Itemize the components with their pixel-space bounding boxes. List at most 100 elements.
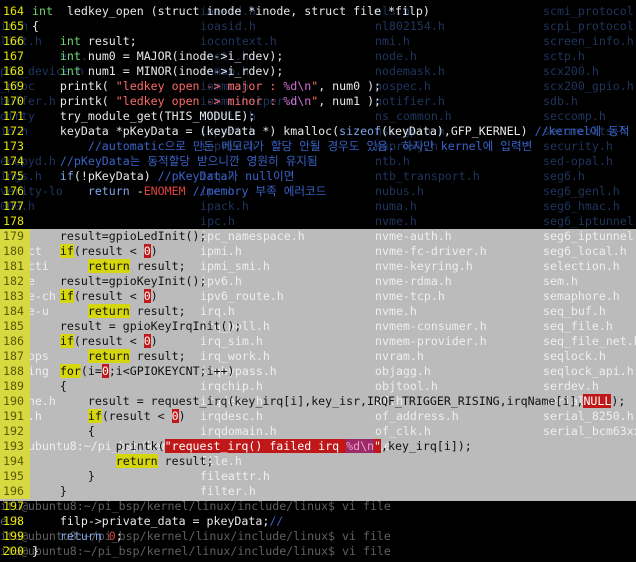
code-token: (keyData),GFP_KERNEL) bbox=[381, 124, 535, 138]
line-number: 180 bbox=[0, 244, 30, 259]
code-line[interactable]: 182 result=gpioKeyInit(); bbox=[0, 274, 636, 289]
code-text: //automatic으로 만든 메모리가 할당 안될 경우도 있음. 하지만 … bbox=[32, 139, 532, 154]
code-text: if(result < 0) bbox=[32, 334, 158, 349]
code-token: for bbox=[59, 364, 81, 378]
code-line[interactable]: 189 { bbox=[0, 379, 636, 394]
code-token: 0 bbox=[108, 529, 116, 543]
code-line[interactable]: 180 if(result < 0) bbox=[0, 244, 636, 259]
code-token: ) bbox=[150, 244, 158, 258]
line-number: 196 bbox=[0, 484, 30, 499]
code-token: ; bbox=[115, 529, 123, 543]
code-text: } bbox=[32, 469, 95, 484]
code-line[interactable]: 167 int num0 = MAJOR(inode->i_rdev); bbox=[0, 49, 636, 64]
code-token: return bbox=[87, 259, 130, 273]
line-number: 169 bbox=[3, 79, 24, 93]
line-number: 194 bbox=[0, 454, 30, 469]
code-line[interactable]: 181 return result; bbox=[0, 259, 636, 274]
code-token: %d\n bbox=[283, 94, 312, 108]
line-number: 199 bbox=[3, 529, 24, 543]
code-line[interactable]: 191 if(result < 0) bbox=[0, 409, 636, 424]
code-line[interactable]: 170 printk( "ledkey open -> minor : %d\n… bbox=[0, 94, 636, 109]
line-number: 170 bbox=[3, 94, 24, 108]
line-number: 173 bbox=[3, 139, 24, 153]
code-line[interactable]: 177 bbox=[0, 199, 636, 214]
code-line[interactable]: 166 int result; bbox=[0, 34, 636, 49]
line-number: 185 bbox=[0, 319, 30, 334]
code-line[interactable]: 172 keyData *pKeyData = (keyData *) kmal… bbox=[0, 124, 636, 139]
code-token: result; bbox=[129, 349, 186, 363]
code-token: 0 bbox=[101, 364, 109, 378]
line-number: 177 bbox=[3, 199, 24, 213]
code-line[interactable]: 176 return -ENOMEM //memory 부족 에러코드 bbox=[0, 184, 636, 199]
code-line[interactable]: 171 try_module_get(THIS_MODULE); bbox=[0, 109, 636, 124]
line-number: 190 bbox=[0, 394, 30, 409]
code-token: result=gpioLedInit(); bbox=[32, 229, 207, 243]
code-line[interactable]: 199 return 0; bbox=[0, 529, 636, 544]
code-token: ;i<GPIOKEYCNT;i++) bbox=[108, 364, 235, 378]
code-line[interactable]: 173 //automatic으로 만든 메모리가 할당 안될 경우도 있음. … bbox=[0, 139, 636, 154]
code-line[interactable]: 175 if(!pKeyData) //pKeyData가 null이면 bbox=[0, 169, 636, 184]
code-token: 0 bbox=[143, 244, 151, 258]
line-number: 181 bbox=[0, 259, 30, 274]
code-token: if bbox=[59, 169, 74, 183]
code-token: result; bbox=[129, 259, 186, 273]
code-token: %d\n bbox=[283, 79, 312, 93]
vim-editor-buffer[interactable]: 164 int ledkey_open (struct inode *inode,… bbox=[0, 4, 636, 559]
code-line[interactable]: 196 } bbox=[0, 484, 636, 499]
code-text: try_module_get(THIS_MODULE); bbox=[32, 109, 255, 124]
code-token: (i= bbox=[80, 364, 102, 378]
code-line[interactable]: 200} bbox=[0, 544, 636, 559]
code-line[interactable]: 188 for(i=0;i<GPIOKEYCNT;i++) bbox=[0, 364, 636, 379]
code-line[interactable]: 193 printk("request_irq() failed irq %d\… bbox=[0, 439, 636, 454]
code-text: result=gpioKeyInit(); bbox=[32, 274, 207, 289]
code-line[interactable]: 186 if(result < 0) bbox=[0, 334, 636, 349]
code-line[interactable]: 168 int num1 = MINOR(inode->i_rdev); bbox=[0, 64, 636, 79]
code-token: printk( bbox=[32, 439, 165, 453]
line-number: 174 bbox=[3, 154, 24, 168]
code-line[interactable]: 183 if(result < 0) bbox=[0, 289, 636, 304]
code-token: } bbox=[32, 544, 39, 558]
code-text: return result; bbox=[32, 304, 186, 319]
code-token: printk( bbox=[32, 79, 116, 93]
code-text: } bbox=[32, 484, 67, 499]
code-line[interactable]: 178 bbox=[0, 214, 636, 229]
code-line[interactable]: 185 result = gpioKeyIrqInit(); bbox=[0, 319, 636, 334]
code-text: result = gpioKeyIrqInit(); bbox=[32, 319, 242, 334]
code-token: filp->private_data = pkeyData; bbox=[32, 514, 270, 528]
line-number: 172 bbox=[3, 124, 24, 138]
code-line[interactable]: 195 } bbox=[0, 469, 636, 484]
terminal-window[interactable]: ioasid.hnls.hscmi_protocol.hir.hioasid.h… bbox=[0, 0, 636, 562]
code-text: if(!pKeyData) //pKeyData가 null이면 bbox=[32, 169, 294, 184]
code-token: ledkey_open (struct inode *inode, struct… bbox=[52, 4, 430, 18]
code-text: int num0 = MAJOR(inode->i_rdev); bbox=[32, 49, 283, 64]
code-line[interactable]: 194 return result; bbox=[0, 454, 636, 469]
code-text: } bbox=[32, 544, 39, 559]
code-token: } bbox=[32, 469, 95, 483]
line-number: 179 bbox=[0, 229, 30, 244]
code-text: //pKeyData는 동적할당 받으니깐 영원히 유지됨 bbox=[32, 154, 318, 169]
code-token: "ledkey open -> minor : bbox=[115, 94, 284, 108]
code-token: result; bbox=[129, 304, 186, 318]
code-token: // bbox=[269, 514, 284, 528]
code-line[interactable]: 197 bbox=[0, 499, 636, 514]
code-line[interactable]: 184 return result; bbox=[0, 304, 636, 319]
code-line[interactable]: 192 { bbox=[0, 424, 636, 439]
code-line[interactable]: 164 int ledkey_open (struct inode *inode,… bbox=[0, 4, 636, 19]
code-line[interactable]: 187 return result; bbox=[0, 349, 636, 364]
code-line[interactable]: 179 result=gpioLedInit(); bbox=[0, 229, 636, 244]
code-line[interactable]: 174 //pKeyData는 동적할당 받으니깐 영원히 유지됨 bbox=[0, 154, 636, 169]
code-token: int bbox=[59, 64, 81, 78]
code-token: keyData *pKeyData = (keyData *) kmalloc( bbox=[32, 124, 340, 138]
code-line[interactable]: 198 filp->private_data = pkeyData;// bbox=[0, 514, 636, 529]
code-text: return result; bbox=[32, 259, 186, 274]
line-number: 187 bbox=[0, 349, 30, 364]
line-number: 171 bbox=[3, 109, 24, 123]
code-line[interactable]: 190 result = request_irq(key_irq[i],key_… bbox=[0, 394, 636, 409]
line-number: 178 bbox=[3, 214, 24, 228]
code-token: 0 bbox=[171, 409, 179, 423]
code-line[interactable]: 169 printk( "ledkey open -> major : %d\n… bbox=[0, 79, 636, 94]
code-line[interactable]: 165 { bbox=[0, 19, 636, 34]
